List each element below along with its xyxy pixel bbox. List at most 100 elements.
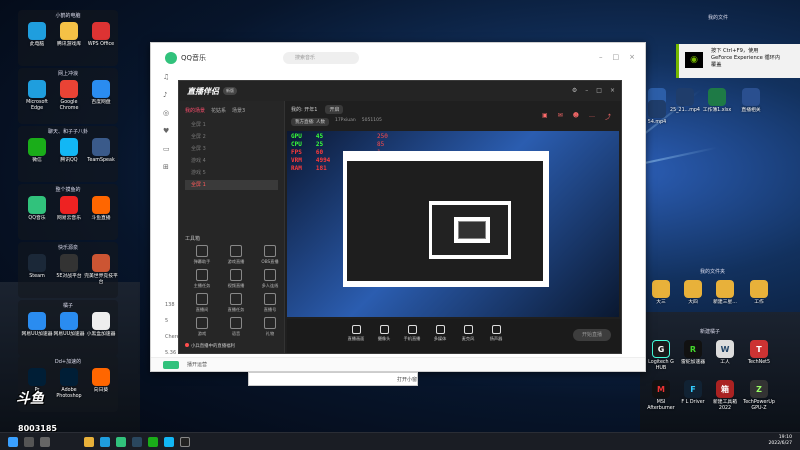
desktop-shortcut[interactable]: 微信 [20, 138, 54, 164]
desktop-app-technet[interactable]: T TechNet5 [742, 340, 776, 366]
qq-music-task-icon[interactable] [116, 437, 126, 447]
toolbox-item[interactable]: 直播号 [255, 293, 285, 313]
toolbox-item[interactable]: 游戏直播 [221, 245, 251, 265]
footer-button[interactable] [163, 361, 179, 369]
tab-scene-3[interactable]: 场景3 [232, 107, 245, 114]
wechat-icon[interactable] [148, 437, 158, 447]
desktop-app-worker[interactable]: W 工人 [708, 340, 742, 366]
sidebar-item[interactable]: ♫ [151, 73, 181, 91]
desktop-shortcut[interactable]: 小黑盒加速器 [84, 312, 118, 338]
sidebar-item[interactable]: ▭ [151, 145, 181, 163]
desktop-app-logitech[interactable]: G Logitech G HUB [644, 340, 678, 372]
source-button[interactable]: 麦克风 [455, 325, 481, 342]
scene-item[interactable]: 游戏 4 [185, 156, 278, 166]
edge-icon[interactable] [100, 437, 110, 447]
desktop-shortcut[interactable]: 网易云音乐 [52, 196, 86, 222]
start-icon[interactable] [8, 437, 18, 447]
streamer-app-window[interactable]: 直播伴侣 新版 ⚙ – □ × 我的场景 花姑系 场景3 全屏 1 全屏 2 全… [178, 80, 622, 354]
desktop-shortcut[interactable]: Steam [20, 254, 54, 280]
stream-preview[interactable]: GPU45CPU25FPS60VRM4994RAM181 250851 [287, 131, 619, 317]
qq-icon[interactable] [164, 437, 174, 447]
scene-item[interactable]: 全屏 1 [185, 120, 278, 130]
nvidia-notification[interactable]: ◉ 按下 Ctrl+F9，使用 GeForce Experience 循环内 覆… [676, 44, 800, 78]
taskview-icon[interactable] [40, 437, 50, 447]
desktop-app-razer[interactable]: R 雷蛇加速器 [676, 340, 710, 366]
desktop-app-toolbox[interactable]: 箱新建工具箱2022 [708, 380, 742, 412]
streamer-task-icon[interactable] [180, 437, 190, 447]
scene-item[interactable]: 游戏 5 [185, 168, 278, 178]
gift-icon[interactable]: ▣ [542, 112, 548, 121]
desktop-shortcut[interactable]: TeamSpeak [84, 138, 118, 164]
sidebar-item[interactable]: ⊞ [151, 163, 181, 181]
desktop-shortcut[interactable]: Microsoft Edge [20, 80, 54, 112]
source-button[interactable]: 摄像头 [371, 325, 397, 342]
source-button[interactable]: 手机直播 [399, 325, 425, 342]
desktop-shortcut[interactable]: 网易UU加速器 [52, 312, 86, 338]
toolbox-item[interactable]: 游戏 [187, 317, 217, 337]
toolbox-item[interactable]: 主播任务 [187, 269, 217, 289]
desktop-file-4[interactable]: 工作簿1.xlsx [700, 88, 734, 114]
toolbox-item[interactable]: 弹幕助手 [187, 245, 217, 265]
notice-bar[interactable]: 小兵直播中的直播福利 [185, 343, 235, 349]
desktop-shortcut[interactable]: 完美世界竞技平台 [84, 254, 118, 286]
share-icon[interactable]: ⤴ [605, 112, 611, 121]
maximize-icon[interactable]: □ [613, 53, 620, 61]
sidebar-item[interactable]: ♥ [151, 127, 181, 145]
desktop-shortcut[interactable]: 此电脑 [20, 22, 54, 48]
fans-icon[interactable]: ☻ [573, 112, 579, 121]
source-button[interactable]: 扬声器 [483, 325, 509, 342]
desktop-shortcut[interactable]: WPS Office [84, 22, 118, 48]
source-button[interactable]: 直播画面 [343, 325, 369, 342]
desktop-app-fl[interactable]: FF L Driver [676, 380, 710, 406]
go-live-button[interactable]: 开始直播 [573, 329, 611, 341]
tab-my-scenes[interactable]: 我的场景 [185, 107, 205, 114]
maximize-icon[interactable]: □ [596, 87, 602, 94]
desktop-app-msi[interactable]: M MSI Afterburner [644, 380, 678, 412]
toolbox-item[interactable]: 多人连线 [255, 269, 285, 289]
taskbar-clock[interactable]: 19:10 2022/6/27 [768, 435, 792, 447]
toolbox-item[interactable]: 礼物 [255, 317, 285, 337]
desktop-file-5[interactable]: 直播相关 [734, 88, 768, 114]
sidebar-item[interactable]: ◎ [151, 109, 181, 127]
toolbox-item[interactable]: 直播任务 [221, 293, 251, 313]
toolbox-item[interactable]: 直播间 [187, 293, 217, 313]
scene-item[interactable]: 全屏 3 [185, 144, 278, 154]
scene-item-active[interactable]: 全屏 1 [185, 180, 278, 190]
minimize-icon[interactable]: – [599, 53, 603, 61]
qq-music-search-input[interactable]: 搜索音乐 [283, 52, 359, 64]
desktop-folder-3[interactable]: 新建三星... [708, 280, 742, 306]
close-icon[interactable]: × [629, 53, 635, 61]
desktop-shortcut[interactable]: Google Chrome [52, 80, 86, 112]
minimize-icon[interactable]: – [585, 87, 588, 94]
explorer-icon[interactable] [84, 437, 94, 447]
close-icon[interactable]: × [610, 87, 615, 94]
desktop-shortcut[interactable]: QQ音乐 [20, 196, 54, 222]
desktop-shortcut[interactable]: 网易UU加速器 [20, 312, 54, 338]
desktop-shortcut[interactable]: 百度网盘 [84, 80, 118, 106]
sidebar-item[interactable]: ♪ [151, 91, 181, 109]
search-icon[interactable] [24, 437, 34, 447]
desktop-shortcut[interactable]: 腾讯QQ [52, 138, 86, 164]
settings-icon[interactable]: ⚙ [572, 87, 577, 94]
desktop-folder-4[interactable]: 工作 [742, 280, 776, 306]
stream-category[interactable]: 我方直播: 人数 [291, 118, 329, 126]
scene-item[interactable]: 全屏 2 [185, 132, 278, 142]
desktop-shortcut[interactable]: 向日葵 [84, 368, 118, 394]
desktop-shortcut[interactable]: 腾讯游戏库 [52, 22, 86, 48]
desktop-folder-2[interactable]: 大四 [676, 280, 710, 306]
steam-icon[interactable] [132, 437, 142, 447]
desktop-shortcut[interactable]: 斗鱼直播 [84, 196, 118, 222]
message-icon[interactable]: ✉ [558, 112, 563, 121]
desktop-app-gpuz[interactable]: Z TechPowerUp GPU-Z [742, 380, 776, 412]
desktop-file-3[interactable]: 25_21...mp4 [668, 88, 702, 114]
toolbox-item[interactable]: OBS直播 [255, 245, 285, 265]
mini-window-bar[interactable]: 打开小窗 [248, 372, 418, 386]
desktop-shortcut[interactable]: 5E对战平台 [52, 254, 86, 280]
tab-scene-2[interactable]: 花姑系 [211, 107, 226, 114]
desktop-folder-1[interactable]: 大三 [644, 280, 678, 306]
source-button[interactable]: 多媒体 [427, 325, 453, 342]
stream-toggle-pill[interactable]: 开启 [325, 105, 344, 114]
toolbox-item[interactable]: 视频直播 [221, 269, 251, 289]
toolbox-item[interactable]: 语音 [221, 317, 251, 337]
more-icon[interactable]: … [589, 112, 595, 121]
